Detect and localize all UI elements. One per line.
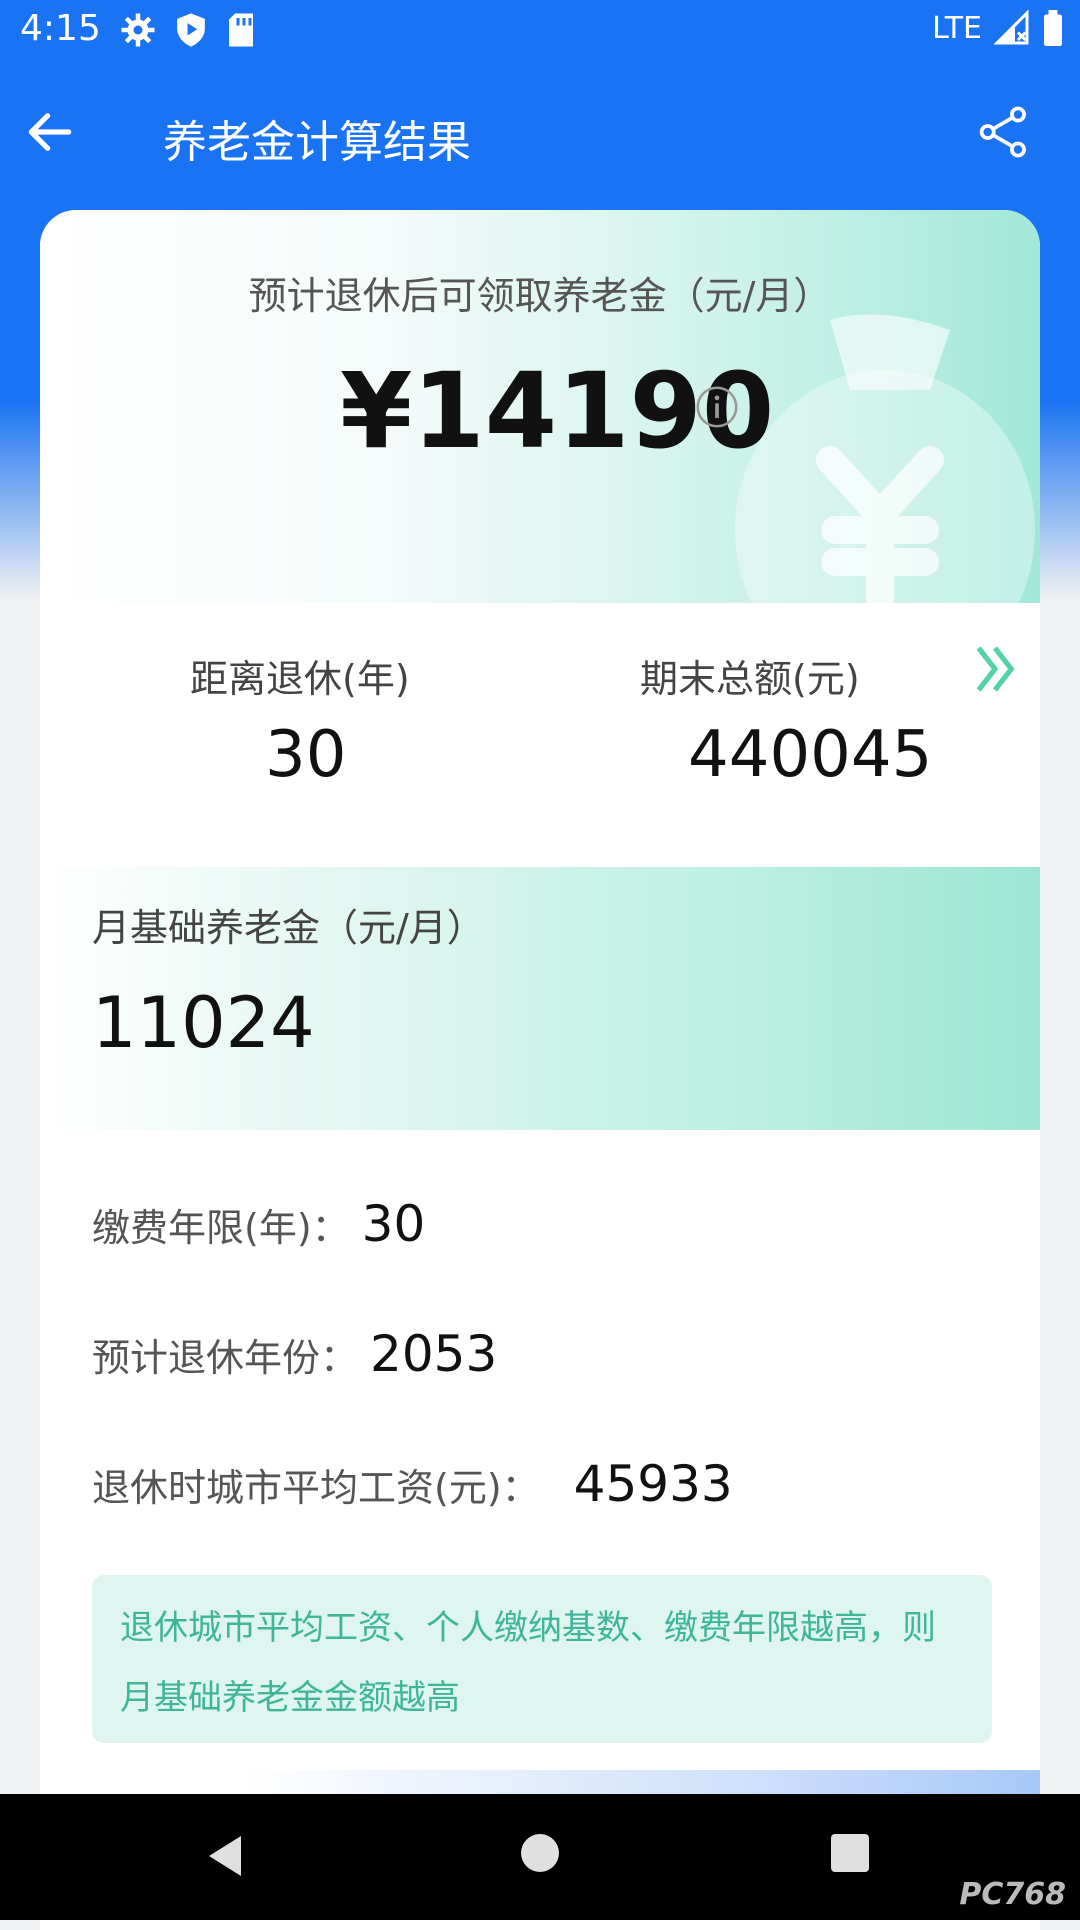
nav-recents-icon[interactable] (831, 1834, 869, 1872)
pension-hero: 预计退休后可领取养老金（元/月） ¥14190 (40, 210, 1040, 610)
sd-card-icon (229, 13, 253, 47)
tip-box: 退休城市平均工资、个人缴纳基数、缴费年限越高，则 月基础养老金金额越高 (92, 1575, 992, 1743)
double-chevron-right-icon (976, 646, 1015, 692)
detail-value: 2053 (370, 1325, 498, 1383)
nav-back-icon[interactable] (205, 1834, 245, 1878)
monthly-pension-value: 11024 (92, 982, 315, 1064)
battery-icon (1044, 10, 1062, 46)
tip-line: 月基础养老金金额越高 (120, 1678, 460, 1718)
detail-label: 预计退休年份： (92, 1336, 359, 1380)
detail-value: 30 (361, 1195, 426, 1253)
monthly-basic-pension: 月基础养老金（元/月） 11024 (40, 867, 1040, 1130)
page-title: 养老金计算结果 (163, 117, 471, 168)
status-bar: 4:15 LTE (0, 0, 1080, 64)
detail-row-contribution-years: 缴费年限(年)： 30 (92, 1195, 425, 1253)
gear-icon (121, 13, 155, 47)
final-total-value: 440045 (688, 718, 933, 792)
info-icon[interactable] (695, 385, 739, 429)
status-icons-right: LTE (932, 10, 1064, 46)
years-to-retire-label: 距离退休(年) (190, 657, 410, 701)
navigation-bar: PC768 (0, 1794, 1080, 1920)
result-card: 预计退休后可领取养老金（元/月） ¥14190 距离退休(年) 30 期末总额(… (40, 210, 1040, 1930)
shield-play-icon (177, 13, 205, 47)
stats-row: 距离退休(年) 30 期末总额(元) 440045 (40, 603, 1040, 863)
app-bar: 养老金计算结果 (0, 64, 1080, 204)
years-to-retire-value: 30 (265, 718, 347, 792)
share-button[interactable] (976, 104, 1032, 160)
network-type: LTE (932, 10, 982, 46)
detail-label: 缴费年限(年)： (92, 1206, 350, 1250)
pension-label: 预计退休后可领取养老金（元/月） (248, 274, 832, 318)
monthly-pension-label: 月基础养老金（元/月） (92, 906, 485, 950)
share-icon (979, 106, 1026, 158)
tip-line: 退休城市平均工资、个人缴纳基数、缴费年限越高，则 (120, 1608, 936, 1648)
nav-home-icon[interactable] (521, 1834, 559, 1872)
arrow-left-icon (28, 113, 72, 151)
back-button[interactable] (22, 104, 78, 160)
final-total-label: 期末总额(元) (640, 657, 860, 701)
signal-icon (994, 10, 1029, 45)
detail-label: 退休时城市平均工资(元)： (92, 1466, 540, 1510)
status-icons-left (120, 12, 256, 48)
status-time: 4:15 (20, 8, 101, 49)
detail-row-avg-salary: 退休时城市平均工资(元)： 45933 (92, 1455, 733, 1513)
more-details-button[interactable] (970, 641, 1020, 697)
detail-row-retire-year: 预计退休年份： 2053 (92, 1325, 497, 1383)
watermark-logo: PC768 (959, 1877, 1066, 1912)
detail-value: 45933 (573, 1455, 733, 1513)
